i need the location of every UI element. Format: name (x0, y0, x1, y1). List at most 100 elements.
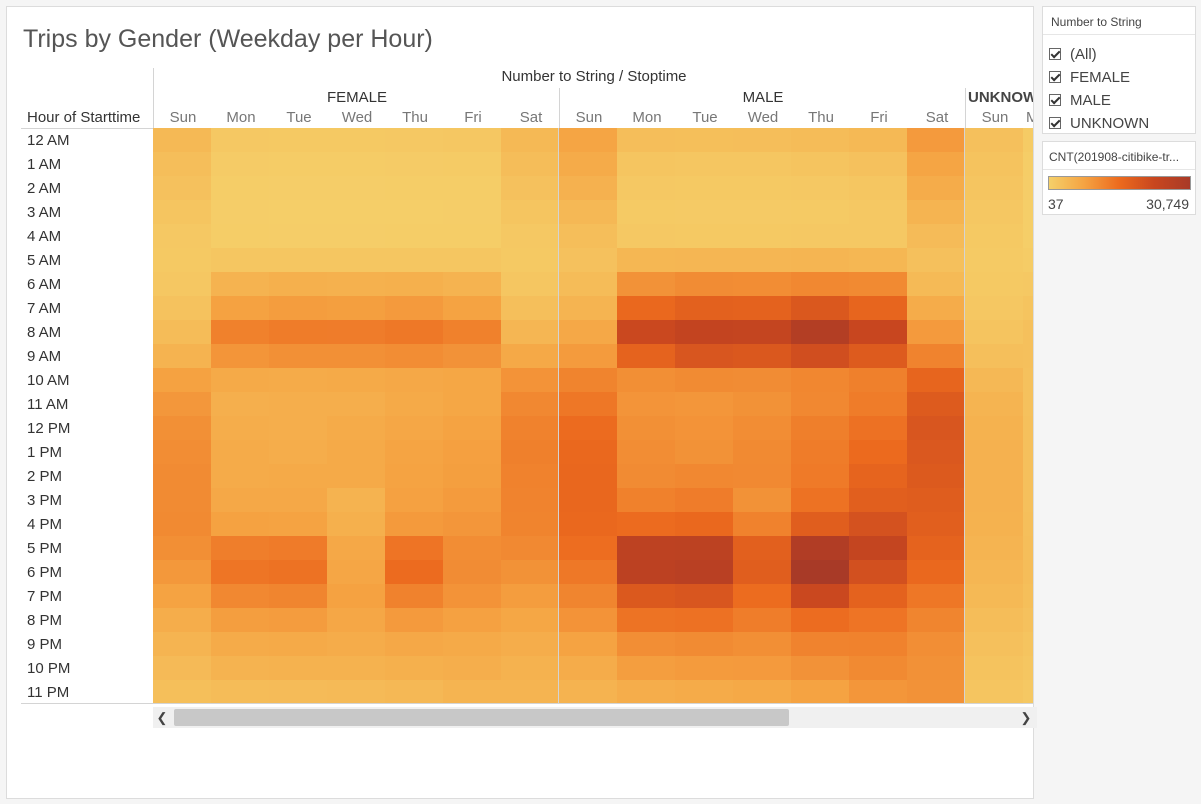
heatmap-cell[interactable] (211, 392, 269, 416)
heatmap-cell[interactable] (733, 392, 791, 416)
heatmap-cell[interactable] (1023, 536, 1033, 560)
heatmap-cell[interactable] (559, 152, 617, 176)
heatmap-cell[interactable] (617, 512, 675, 536)
heatmap-cell[interactable] (385, 128, 443, 152)
heatmap-cell[interactable] (849, 440, 907, 464)
heatmap-cell[interactable] (1023, 512, 1033, 536)
heatmap-cell[interactable] (443, 512, 501, 536)
heatmap-cell[interactable] (791, 176, 849, 200)
heatmap-cell[interactable] (269, 296, 327, 320)
heatmap-cell[interactable] (385, 632, 443, 656)
heatmap-cell[interactable] (153, 488, 211, 512)
heatmap-cell[interactable] (907, 656, 965, 680)
heatmap-cell[interactable] (1023, 176, 1033, 200)
heatmap-cell[interactable] (965, 296, 1023, 320)
heatmap-cell[interactable] (559, 224, 617, 248)
heatmap-cell[interactable] (791, 392, 849, 416)
heatmap-cell[interactable] (385, 536, 443, 560)
heatmap-cell[interactable] (907, 176, 965, 200)
heatmap-cell[interactable] (1023, 272, 1033, 296)
heatmap-cell[interactable] (733, 128, 791, 152)
heatmap-cell[interactable] (443, 416, 501, 440)
heatmap-cell[interactable] (443, 680, 501, 703)
heatmap-cell[interactable] (617, 224, 675, 248)
heatmap-cell[interactable] (153, 248, 211, 272)
heatmap-cell[interactable] (965, 656, 1023, 680)
heatmap-cell[interactable] (1023, 584, 1033, 608)
heatmap-cell[interactable] (327, 656, 385, 680)
heatmap-cell[interactable] (849, 536, 907, 560)
heatmap-cell[interactable] (1023, 416, 1033, 440)
heatmap-cell[interactable] (501, 272, 559, 296)
heatmap-cell[interactable] (327, 152, 385, 176)
heatmap-cell[interactable] (501, 560, 559, 584)
heatmap-cell[interactable] (559, 248, 617, 272)
heatmap-cell[interactable] (849, 272, 907, 296)
heatmap-cell[interactable] (153, 152, 211, 176)
heatmap-cell[interactable] (327, 632, 385, 656)
heatmap-cell[interactable] (849, 152, 907, 176)
heatmap-cell[interactable] (791, 200, 849, 224)
heatmap-cell[interactable] (907, 536, 965, 560)
heatmap-cell[interactable] (559, 656, 617, 680)
heatmap-cell[interactable] (559, 296, 617, 320)
heatmap-cell[interactable] (443, 392, 501, 416)
heatmap-cell[interactable] (327, 464, 385, 488)
heatmap-cell[interactable] (269, 584, 327, 608)
heatmap-cell[interactable] (327, 320, 385, 344)
heatmap-cell[interactable] (849, 344, 907, 368)
horizontal-scrollbar[interactable]: ❮ ❯ (153, 707, 1037, 728)
heatmap-cell[interactable] (327, 680, 385, 703)
heatmap-cell[interactable] (327, 272, 385, 296)
heatmap-cell[interactable] (385, 656, 443, 680)
heatmap-cell[interactable] (849, 368, 907, 392)
heatmap-cell[interactable] (443, 320, 501, 344)
heatmap-cell[interactable] (501, 656, 559, 680)
scrollbar-thumb[interactable] (174, 709, 789, 726)
chevron-right-icon[interactable]: ❯ (1017, 707, 1035, 728)
heatmap-cell[interactable] (791, 440, 849, 464)
heatmap-cell[interactable] (907, 200, 965, 224)
heatmap-cell[interactable] (211, 416, 269, 440)
heatmap-cell[interactable] (559, 536, 617, 560)
heatmap-cell[interactable] (211, 656, 269, 680)
heatmap-cell[interactable] (1023, 560, 1033, 584)
heatmap-cell[interactable] (733, 320, 791, 344)
heatmap-cell[interactable] (849, 392, 907, 416)
heatmap-cell[interactable] (849, 128, 907, 152)
heatmap-cell[interactable] (617, 128, 675, 152)
heatmap-cell[interactable] (849, 296, 907, 320)
heatmap-cell[interactable] (849, 608, 907, 632)
heatmap-cell[interactable] (443, 632, 501, 656)
heatmap-cell[interactable] (675, 584, 733, 608)
heatmap-cell[interactable] (617, 680, 675, 703)
heatmap-cell[interactable] (675, 608, 733, 632)
heatmap-cell[interactable] (211, 680, 269, 703)
heatmap-cell[interactable] (443, 176, 501, 200)
heatmap-cell[interactable] (211, 608, 269, 632)
heatmap-cell[interactable] (211, 440, 269, 464)
heatmap-cell[interactable] (791, 296, 849, 320)
heatmap-cell[interactable] (385, 680, 443, 703)
heatmap-cell[interactable] (269, 536, 327, 560)
heatmap-cell[interactable] (965, 680, 1023, 703)
heatmap-cell[interactable] (1023, 392, 1033, 416)
heatmap-cell[interactable] (327, 392, 385, 416)
heatmap-cell[interactable] (1023, 464, 1033, 488)
heatmap-cell[interactable] (733, 680, 791, 703)
heatmap-cell[interactable] (907, 344, 965, 368)
heatmap-cell[interactable] (1023, 152, 1033, 176)
heatmap-cell[interactable] (965, 464, 1023, 488)
heatmap-cell[interactable] (269, 632, 327, 656)
heatmap-cell[interactable] (269, 608, 327, 632)
heatmap-cell[interactable] (965, 200, 1023, 224)
heatmap-cell[interactable] (907, 368, 965, 392)
heatmap-cell[interactable] (559, 344, 617, 368)
heatmap-cell[interactable] (559, 584, 617, 608)
heatmap-cell[interactable] (385, 320, 443, 344)
heatmap-cell[interactable] (501, 320, 559, 344)
heatmap-cell[interactable] (617, 344, 675, 368)
heatmap-cell[interactable] (385, 440, 443, 464)
heatmap-cell[interactable] (559, 440, 617, 464)
heatmap-cell[interactable] (501, 440, 559, 464)
